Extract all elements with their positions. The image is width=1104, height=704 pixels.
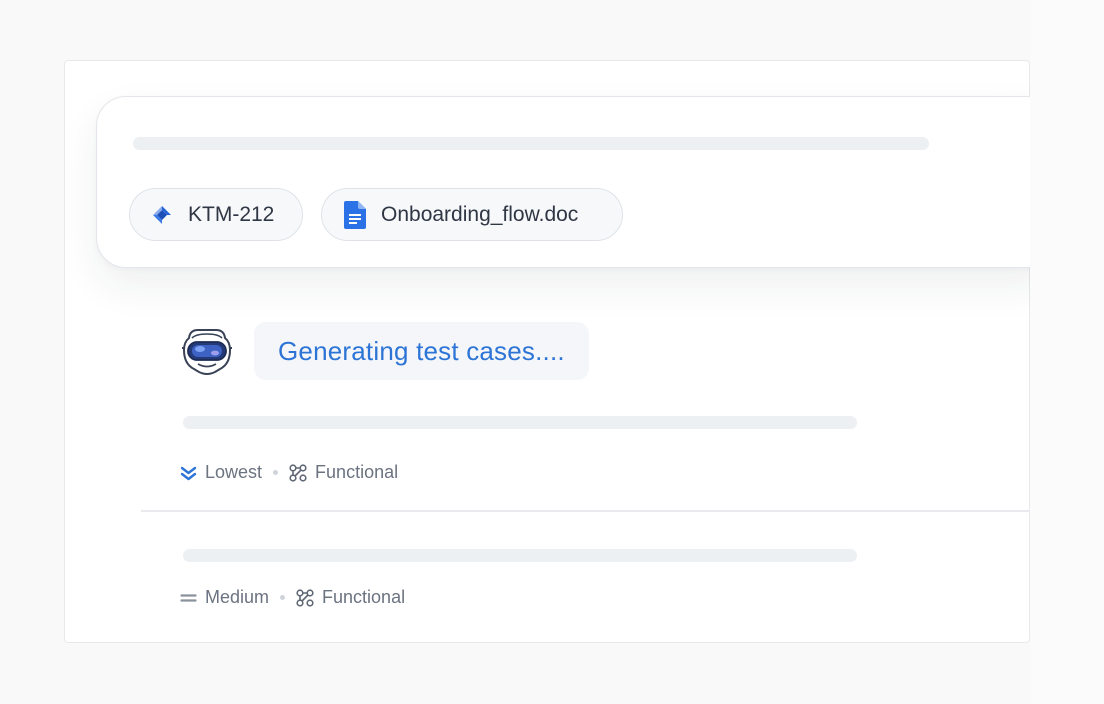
equals-icon [180,590,197,606]
google-doc-icon [343,200,367,229]
chip-jira-issue[interactable]: KTM-212 [129,188,303,241]
prompt-card[interactable]: KTM-212 Onboarding_flow.doc [96,96,1030,268]
chip-document[interactable]: Onboarding_flow.doc [321,188,623,241]
separator-dot [280,595,286,600]
chip-label: Onboarding_flow.doc [381,202,579,226]
test-case-title-skeleton [183,416,857,429]
separator-dot [273,470,279,475]
test-case-divider [141,510,1030,512]
status-message: Generating test cases.... [254,322,589,380]
test-case-title-skeleton [183,549,857,562]
page-edge [1030,0,1104,704]
robot-vr-headset-icon [180,324,234,378]
chip-label: KTM-212 [188,202,275,226]
functional-nodes-icon [296,588,314,607]
type-label: Functional [315,462,399,482]
type-label: Functional [322,587,406,607]
functional-nodes-icon [289,463,307,482]
test-case-meta: Lowest Functional [180,462,398,483]
priority-label: Medium [205,587,270,607]
priority-label: Lowest [205,462,263,482]
prompt-skeleton-line [133,137,929,150]
test-case-meta: Medium Functional [180,587,405,608]
generation-status: Generating test cases.... [180,322,589,380]
jira-icon [150,203,174,227]
double-chevron-down-icon [180,465,197,481]
